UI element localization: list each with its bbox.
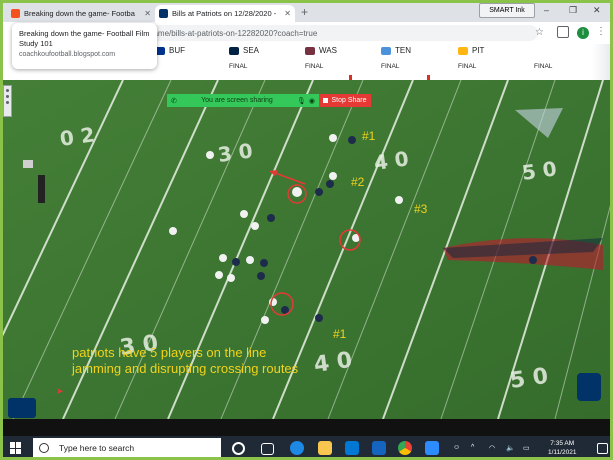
team-name: WAS (319, 46, 337, 55)
team-logo-icon (305, 46, 315, 55)
clock-time: 7:35 AM (550, 440, 575, 447)
chrome-icon[interactable] (398, 441, 412, 455)
yard-number: 5 0 (508, 364, 549, 394)
tab-nfl-title: Bills at Patriots on 12/28/2020 - (172, 9, 277, 18)
extension-icon[interactable] (557, 26, 569, 38)
team-name: PIT (472, 46, 485, 55)
annotation-label: #1 (333, 327, 347, 341)
edge-icon[interactable] (290, 441, 304, 455)
game-status: FINAL (458, 63, 477, 70)
yard-number: 3 0 (216, 138, 254, 167)
yard-number: 5 0 (520, 156, 558, 185)
people-icon[interactable]: ☺ (453, 444, 460, 451)
store-icon[interactable] (345, 441, 359, 455)
restore-icon[interactable]: ❐ (569, 5, 577, 16)
annotation-label: #1 (362, 129, 376, 143)
close-icon[interactable]: ✕ (284, 9, 291, 18)
taskbar-search-box[interactable]: Type here to search (33, 438, 221, 457)
tooltip-title: Breaking down the game- Football Film St… (19, 29, 150, 48)
profile-avatar[interactable]: i (577, 27, 589, 39)
screen-share-bar: ✆ You are screen sharing 🎙 ◉ Stop Share (167, 94, 371, 107)
game-status: FINAL (381, 63, 400, 70)
chevron-up-icon[interactable]: ^ (471, 444, 474, 451)
score-card[interactable]: SEA FINAL (229, 44, 299, 80)
tab-blog[interactable]: Breaking down the game- Footba ✕ (7, 5, 155, 22)
mail-icon[interactable] (372, 441, 386, 455)
wifi-icon[interactable]: ◠ (489, 444, 495, 452)
file-explorer-icon[interactable] (318, 441, 332, 455)
volume-icon[interactable]: 🔈 (506, 444, 515, 452)
yard-number: 0 2 (58, 122, 96, 151)
stop-share-button[interactable]: Stop Share (319, 94, 371, 107)
tooltip-domain: coachkoufootball.blogspot.com (19, 51, 116, 58)
bookmark-star-icon[interactable]: ☆ (535, 27, 544, 38)
blogger-icon (11, 9, 20, 18)
cortana-icon[interactable] (232, 442, 245, 455)
annotation-label: #3 (414, 202, 428, 216)
yard-number: 4 0 (312, 348, 353, 378)
tab-strip: Breaking down the game- Footba ✕ Bills a… (3, 3, 610, 22)
game-status: FINAL (534, 63, 553, 70)
score-card[interactable]: PIT FINAL (458, 44, 528, 80)
search-icon (39, 443, 49, 453)
windows-start-icon[interactable] (10, 442, 22, 454)
game-status: FINAL (305, 63, 324, 70)
tab-nfl[interactable]: Bills at Patriots on 12/28/2020 - ✕ (155, 5, 295, 22)
yard-number: 4 0 (372, 146, 410, 175)
arrow-icon: ➤ (56, 386, 64, 396)
shield-icon: ◉ (308, 97, 315, 105)
game-status: FINAL (229, 63, 248, 70)
system-clock[interactable]: 7:35 AM 1/11/2021 (548, 439, 576, 457)
search-placeholder: Type here to search (59, 443, 135, 453)
menu-icon[interactable]: ⋮ (596, 26, 606, 37)
team-logo-icon (229, 46, 239, 55)
annotation-caption: patriots have 5 players on the line jamm… (72, 345, 299, 376)
url-text: game/bills-at-patriots-on-12282020?coach… (149, 28, 318, 38)
score-card[interactable]: WAS FINAL (305, 44, 375, 80)
close-icon[interactable]: ✕ (144, 9, 151, 18)
clock-date: 1/11/2021 (548, 449, 577, 456)
score-card[interactable]: BUF (155, 44, 225, 80)
scroll-fade (592, 44, 610, 80)
windows-taskbar: Type here to search ☺ ^ ◠ 🔈 ▭ 7:35 AM 1/… (3, 436, 610, 457)
team-name: SEA (243, 46, 260, 55)
tab-tooltip: Breaking down the game- Football Film St… (12, 23, 157, 69)
new-tab-icon[interactable]: + (301, 5, 308, 19)
team-logo-icon (458, 46, 468, 55)
team-name: TEN (395, 46, 411, 55)
screen-share-message: You are screen sharing (201, 97, 273, 104)
stop-icon (323, 98, 329, 103)
close-window-icon[interactable]: ✕ (593, 5, 601, 16)
battery-icon[interactable]: ▭ (523, 444, 530, 452)
tab-blog-title: Breaking down the game- Footba (24, 9, 135, 18)
app-frame: Breaking down the game- Footba ✕ Bills a… (0, 0, 613, 460)
stop-share-label: Stop Share (331, 97, 367, 104)
nfl-icon (159, 9, 168, 18)
minimize-icon[interactable]: – (544, 5, 549, 15)
score-card[interactable]: TEN FINAL (381, 44, 451, 80)
team-logo-icon (381, 46, 391, 55)
task-view-icon[interactable] (261, 443, 274, 455)
smart-ink-button[interactable]: SMART Ink (479, 3, 535, 18)
team-name: BUF (169, 46, 185, 55)
mic-icon[interactable]: 🎙 (297, 97, 306, 105)
zoom-icon[interactable] (425, 441, 439, 455)
notification-icon[interactable] (597, 443, 608, 454)
annotation-label: #2 (351, 175, 365, 189)
video-controls-strip (3, 419, 610, 436)
side-panel-handle[interactable] (3, 85, 12, 117)
